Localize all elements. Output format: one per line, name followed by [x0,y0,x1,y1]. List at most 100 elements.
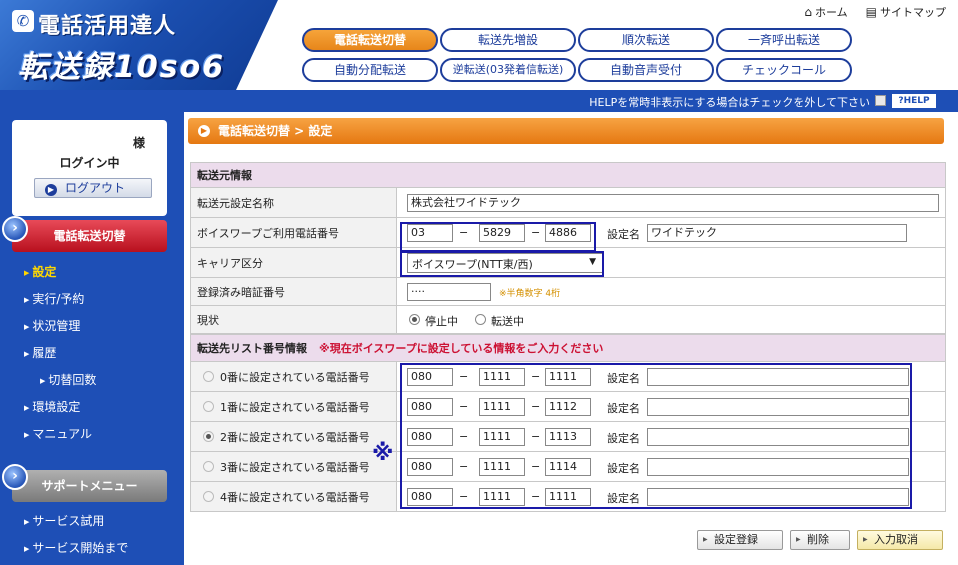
destination-phone-subscriber-input[interactable]: 1112 [545,398,591,416]
destination-phone-exchange-input[interactable]: 1111 [479,398,525,416]
register-settings-button[interactable]: 設定登録 [697,530,783,550]
destination-label-cell: 4番に設定されている電話番号 [191,482,397,511]
setting-name-label: 設定名 [607,492,640,505]
top-links: ⌂ ホーム ▤ サイトマップ [804,4,946,20]
home-link[interactable]: ⌂ ホーム [804,4,847,20]
product-name: 転送録10so6 [18,50,226,85]
status-stopped-radio[interactable] [409,314,420,325]
setting-name-label: 設定名 [607,432,640,445]
destination-select-radio[interactable] [203,461,214,472]
destination-phone-area-input[interactable]: 080 [407,428,453,446]
source-phone-subscriber-input[interactable]: 4886 [545,224,591,242]
arrow-right-icon: › [2,464,28,490]
sidebar-item-service-start[interactable]: サービス開始まで [24,539,128,556]
app-logo[interactable]: ✆ 電話活用達人 転送録10so6 [0,0,290,90]
destination-phone-subscriber-input[interactable]: 1111 [545,368,591,386]
sidebar-item-settings[interactable]: 設定 [24,263,56,280]
delete-button[interactable]: 削除 [790,530,850,550]
destination-phone-exchange-input[interactable]: 1111 [479,458,525,476]
tab-auto-distribution[interactable]: 自動分配転送 [302,58,438,82]
tab-auto-voice-reception[interactable]: 自動音声受付 [578,58,714,82]
source-name-row: 転送元設定名称 株式会社ワイドテック [190,188,946,218]
carrier-select[interactable]: ボイスワープ(NTT東/西) ▼ [407,253,603,273]
sitemap-icon: ▤ [865,5,877,19]
help-button[interactable]: ?HELP [892,94,936,108]
clear-input-button[interactable]: 入力取消 [857,530,943,550]
destination-label-cell: 1番に設定されている電話番号 [191,392,397,421]
sitemap-link[interactable]: ▤ サイトマップ [866,4,946,20]
dash-separator: − [531,226,541,239]
destination-label-cell: 0番に設定されている電話番号 [191,362,397,391]
sidebar-section-support-menu[interactable]: サポートメニュー [12,470,167,502]
destination-setting-name-input[interactable] [647,458,909,476]
help-toggle-text: HELPを常時非表示にする場合はチェックを外して下さい [589,96,870,109]
destination-phone-subscriber-input[interactable]: 1113 [545,428,591,446]
destination-select-radio[interactable] [203,371,214,382]
logout-button[interactable]: ▶ ログアウト [34,178,152,198]
app-name: 電話活用達人 [38,14,177,39]
status-transferring-radio[interactable] [475,314,486,325]
pin-hint: ※半角数字 4桁 [499,289,561,299]
destination-phone-exchange-input[interactable]: 1111 [479,368,525,386]
destination-phone-subscriber-input[interactable]: 1111 [545,488,591,506]
destination-setting-name-input[interactable] [647,488,909,506]
destination-setting-name-input[interactable] [647,398,909,416]
destination-note: ※現在ボイスワープに設定している情報をご入力ください [319,342,604,355]
source-phone-setting-name-input[interactable]: ワイドテック [647,224,907,242]
sidebar-item-manual[interactable]: マニュアル [24,425,92,442]
setting-name-label: 設定名 [607,372,640,385]
destination-phone-area-input[interactable]: 080 [407,458,453,476]
destination-select-radio[interactable] [203,401,214,412]
pin-input[interactable]: ···· [407,283,491,301]
tab-destination-expansion[interactable]: 転送先増設 [440,28,576,52]
arrow-right-icon: ▶ [45,184,57,196]
destination-label: 2番に設定されている電話番号 [220,430,370,444]
source-phone-area-input[interactable]: 03 [407,224,453,242]
tab-simultaneous-transfer[interactable]: 一斉呼出転送 [716,28,852,52]
dash-separator: − [459,430,469,443]
sidebar-item-history[interactable]: 履歴 [24,344,56,361]
destination-phone-subscriber-input[interactable]: 1114 [545,458,591,476]
destination-phone-area-input[interactable]: 080 [407,368,453,386]
destination-phone-area-input[interactable]: 080 [407,398,453,416]
dash-separator: − [531,460,541,473]
dash-separator: − [459,490,469,503]
destination-label: 3番に設定されている電話番号 [220,460,370,474]
help-bar: HELPを常時非表示にする場合はチェックを外して下さい ?HELP [0,90,958,112]
pin-row: 登録済み暗証番号 ···· ※半角数字 4桁 [190,278,946,306]
destination-label: 1番に設定されている電話番号 [220,400,370,414]
sidebar-item-execute-reserve[interactable]: 実行/予約 [24,290,84,307]
main-content: ▶ 電話転送切替 > 設定 転送元情報 転送元設定名称 株式会社ワイドテック ボ… [184,112,958,565]
dash-separator: − [459,226,469,239]
sidebar-section-phone-transfer[interactable]: 電話転送切替 [12,220,167,252]
sidebar-item-environment[interactable]: 環境設定 [24,398,80,415]
destination-setting-name-input[interactable] [647,368,909,386]
dropdown-caret-icon: ▼ [589,257,596,267]
destination-label: 0番に設定されている電話番号 [220,370,370,384]
tab-phone-transfer-switch[interactable]: 電話転送切替 [302,28,438,52]
destination-phone-exchange-input[interactable]: 1111 [479,488,525,506]
source-name-label: 転送元設定名称 [191,188,397,217]
status-stopped-label: 停止中 [425,315,458,328]
destination-select-radio[interactable] [203,491,214,502]
destination-label-cell: 3番に設定されている電話番号 [191,452,397,481]
tab-reverse-transfer[interactable]: 逆転送(03発着信転送) [440,58,576,82]
destination-label-cell: 2番に設定されている電話番号 [191,422,397,451]
source-phone-exchange-input[interactable]: 5829 [479,224,525,242]
sidebar-item-switch-count[interactable]: 切替回数 [40,371,96,388]
source-name-input[interactable]: 株式会社ワイドテック [407,194,939,212]
destination-phone-area-input[interactable]: 080 [407,488,453,506]
help-toggle-checkbox[interactable] [875,95,886,106]
tab-check-call[interactable]: チェックコール [716,58,852,82]
destination-section-header: 転送先リスト番号情報 ※現在ボイスワープに設定している情報をご入力ください [190,334,946,362]
destination-phone-exchange-input[interactable]: 1111 [479,428,525,446]
pin-label: 登録済み暗証番号 [191,278,397,305]
dash-separator: − [459,400,469,413]
destination-row: 2番に設定されている電話番号 080−1111−1113 設定名 [190,422,946,452]
sidebar-item-service-trial[interactable]: サービス試用 [24,512,104,529]
dash-separator: − [531,430,541,443]
tab-sequential-transfer[interactable]: 順次転送 [578,28,714,52]
sidebar-item-status-management[interactable]: 状況管理 [24,317,80,334]
destination-setting-name-input[interactable] [647,428,909,446]
destination-select-radio[interactable] [203,431,214,442]
